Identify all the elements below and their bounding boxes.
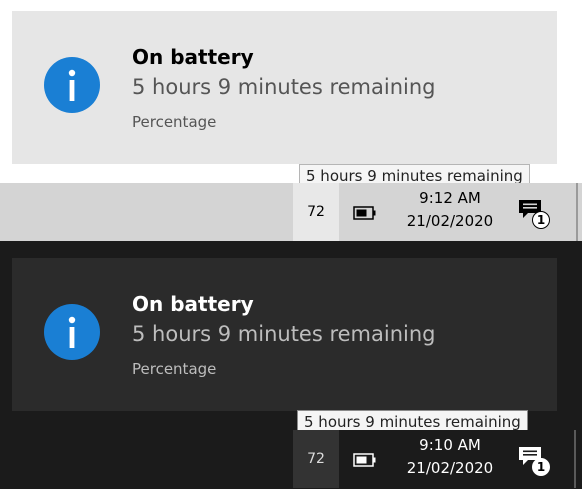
info-icon — [44, 304, 100, 360]
toast-body: 5 hours 9 minutes remaining — [132, 322, 436, 346]
toast-body: 5 hours 9 minutes remaining — [132, 75, 436, 99]
action-center-button[interactable]: 1 — [517, 445, 557, 481]
notification-count-badge: 1 — [532, 458, 550, 476]
battery-icon[interactable] — [353, 205, 377, 224]
notification-count-badge: 1 — [532, 211, 550, 229]
info-icon — [44, 57, 100, 113]
clock-date: 21/02/2020 — [406, 212, 494, 230]
dark-theme-panel: On battery 5 hours 9 minutes remaining P… — [0, 241, 582, 489]
battery-icon[interactable] — [353, 452, 377, 471]
percentage-link[interactable]: Percentage — [132, 360, 216, 378]
toast-title: On battery — [132, 292, 254, 316]
action-center-button[interactable]: 1 — [517, 198, 557, 234]
clock-time: 9:10 AM — [419, 436, 481, 454]
clock-time: 9:12 AM — [419, 189, 481, 207]
taskbar: 72 9:10 AM 21/02/2020 1 — [0, 430, 582, 488]
light-theme-panel: On battery 5 hours 9 minutes remaining P… — [0, 0, 582, 241]
battery-toast[interactable]: On battery 5 hours 9 minutes remaining P… — [12, 258, 557, 411]
taskbar: 72 9:12 AM 21/02/2020 1 — [0, 183, 582, 241]
percentage-link[interactable]: Percentage — [132, 113, 216, 131]
battery-percentage[interactable]: 72 — [293, 430, 339, 488]
show-desktop-edge[interactable] — [574, 430, 576, 488]
taskbar-clock[interactable]: 9:12 AM 21/02/2020 — [390, 187, 510, 233]
toast-title: On battery — [132, 45, 254, 69]
taskbar-clock[interactable]: 9:10 AM 21/02/2020 — [390, 434, 510, 480]
battery-percentage[interactable]: 72 — [293, 183, 339, 241]
clock-date: 21/02/2020 — [406, 459, 494, 477]
show-desktop-edge[interactable] — [576, 183, 578, 241]
battery-toast[interactable]: On battery 5 hours 9 minutes remaining P… — [12, 11, 557, 164]
